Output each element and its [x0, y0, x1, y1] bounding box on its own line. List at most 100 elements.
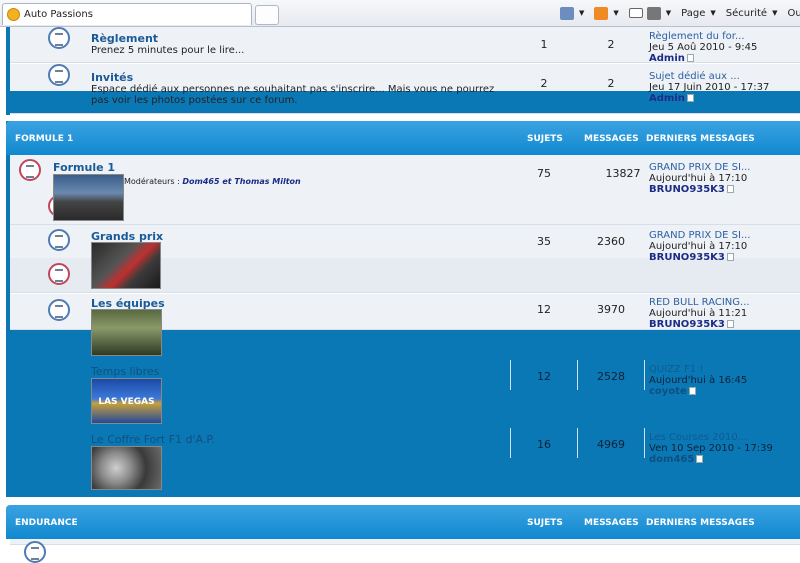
- chevron-down-icon[interactable]: ▼: [772, 9, 777, 17]
- forum-name-link[interactable]: Formule 1: [53, 161, 115, 174]
- tab-title: Auto Passions: [24, 9, 93, 20]
- site-favicon-icon: [7, 8, 20, 21]
- last-post-date: Jeu 17 Juin 2010 - 17:37: [649, 82, 770, 93]
- topics-count: 16: [537, 438, 551, 451]
- category-header-formule1: FORMULE 1 SUJETS MESSAGES DERNIERS MESSA…: [6, 121, 800, 155]
- column-header-posts: MESSAGES: [584, 518, 639, 528]
- view-latest-post-icon[interactable]: [726, 320, 734, 328]
- formula1-car-image: [53, 174, 124, 221]
- view-latest-post-icon[interactable]: [688, 387, 696, 395]
- team-image: [91, 309, 162, 356]
- forum-name-link[interactable]: Temps libres: [91, 365, 159, 378]
- last-post-date: Ven 10 Sep 2010 - 17:39: [649, 443, 773, 454]
- home-icon[interactable]: [560, 6, 574, 20]
- forum-read-icon: [48, 27, 70, 49]
- last-post-date: Aujourd'hui à 16:45: [649, 375, 748, 386]
- last-post-user-link[interactable]: dom465: [649, 454, 694, 465]
- forum-unread-icon: [19, 159, 41, 181]
- divider: [644, 428, 645, 458]
- view-latest-post-icon[interactable]: [726, 253, 734, 261]
- last-post-title-link[interactable]: QUIZZ F1 !: [649, 364, 747, 375]
- browser-tab[interactable]: Auto Passions: [2, 3, 252, 25]
- category-header-endurance: ENDURANCE SUJETS MESSAGES DERNIERS MESSA…: [6, 505, 800, 539]
- posts-count: 2: [607, 77, 615, 90]
- last-post-date: Aujourd'hui à 17:10: [649, 241, 748, 252]
- mail-icon[interactable]: [628, 8, 643, 18]
- last-post-title-link[interactable]: GRAND PRIX DE SI...: [649, 162, 750, 173]
- moderators-links[interactable]: Dom465 et Thomas Milton: [182, 177, 300, 186]
- view-latest-post-icon[interactable]: [686, 54, 694, 62]
- last-post-user-link[interactable]: Admin: [649, 93, 685, 104]
- column-header-last-posts: DERNIERS MESSAGES: [646, 518, 755, 528]
- topics-count: 35: [537, 235, 551, 248]
- browser-toolbar: Auto Passions ▼ ▼ ▼ Page ▼ Sécurité ▼ Out: [0, 0, 800, 27]
- chevron-down-icon[interactable]: ▼: [666, 9, 671, 17]
- category-title[interactable]: FORMULE 1: [15, 134, 73, 144]
- last-post-user-link[interactable]: coyote: [649, 386, 687, 397]
- last-post-title-link[interactable]: GRAND PRIX DE SI...: [649, 230, 750, 241]
- last-post: RED BULL RACING... Aujourd'hui à 11:21 B…: [649, 297, 750, 330]
- topics-count: 1: [540, 38, 548, 51]
- view-latest-post-icon[interactable]: [686, 94, 694, 102]
- print-icon[interactable]: [646, 6, 661, 20]
- topics-count: 12: [537, 370, 551, 383]
- forum-description: Prenez 5 minutes pour le lire...: [91, 45, 245, 56]
- moderators: Modérateurs : Dom465 et Thomas Milton: [124, 177, 301, 186]
- last-post-title-link[interactable]: Les Courses 2010...: [649, 432, 773, 443]
- divider: [577, 360, 578, 390]
- posts-count: 13827: [605, 167, 641, 180]
- divider: [644, 360, 645, 390]
- posts-count: 2: [607, 38, 615, 51]
- column-header-last-posts: DERNIERS MESSAGES: [646, 134, 755, 144]
- view-latest-post-icon[interactable]: [696, 455, 704, 463]
- divider: [510, 428, 511, 458]
- last-post: Règlement du for... Jeu 5 Aoû 2010 - 9:4…: [649, 31, 757, 64]
- topics-count: 2: [540, 77, 548, 90]
- last-post-date: Aujourd'hui à 11:21: [649, 308, 748, 319]
- column-header-posts: MESSAGES: [584, 134, 639, 144]
- forum-row: Grands prix 35 2360 GRAND PRIX DE SI... …: [10, 225, 800, 293]
- last-post: GRAND PRIX DE SI... Aujourd'hui à 17:10 …: [649, 162, 750, 195]
- last-post-user-link[interactable]: Admin: [649, 53, 685, 64]
- last-post: Les Courses 2010... Ven 10 Sep 2010 - 17…: [649, 432, 773, 465]
- forum-row: Règlement Prenez 5 minutes pour le lire.…: [10, 27, 800, 64]
- posts-count: 2528: [597, 370, 625, 383]
- chevron-down-icon[interactable]: ▼: [710, 9, 715, 17]
- column-header-topics: SUJETS: [527, 134, 563, 144]
- page-menu[interactable]: Page: [681, 8, 705, 19]
- forum-row: Formule 1 Modérateurs : Dom465 et Thomas…: [10, 155, 800, 225]
- security-menu[interactable]: Sécurité: [726, 8, 767, 19]
- last-post: GRAND PRIX DE SI... Aujourd'hui à 17:10 …: [649, 230, 750, 263]
- tools-menu[interactable]: Out: [787, 8, 800, 19]
- chevron-down-icon[interactable]: ▼: [613, 9, 618, 17]
- category-title[interactable]: ENDURANCE: [15, 518, 78, 528]
- posts-count: 2360: [597, 235, 625, 248]
- forum-name-link[interactable]: Le Coffre Fort F1 d'A.P.: [91, 433, 215, 446]
- posts-count: 4969: [597, 438, 625, 451]
- forum-description: Espace dédié aux personnes ne souhaitant…: [91, 84, 495, 106]
- topics-count: 12: [537, 303, 551, 316]
- last-post-user-link[interactable]: BRUNO935K3: [649, 319, 725, 330]
- last-post: QUIZZ F1 ! Aujourd'hui à 16:45 coyote: [649, 364, 747, 397]
- view-latest-post-icon[interactable]: [726, 185, 734, 193]
- forum-rows-overlay: Temps libres LAS VEGAS 12 2528 QUIZZ F1 …: [10, 309, 800, 494]
- forum-row: [10, 539, 800, 563]
- forum-read-icon: [48, 64, 70, 86]
- coffre-fort-image: [91, 446, 162, 490]
- grand-prix-image: [91, 242, 161, 289]
- last-post-user-link[interactable]: BRUNO935K3: [649, 252, 725, 263]
- forum-read-icon: [48, 229, 70, 251]
- last-post-date: Aujourd'hui à 17:10: [649, 173, 748, 184]
- last-post-user-link[interactable]: BRUNO935K3: [649, 184, 725, 195]
- posts-count: 3970: [597, 303, 625, 316]
- forum-read-icon: [24, 541, 46, 563]
- last-post-title-link[interactable]: Règlement du for...: [649, 31, 757, 42]
- new-tab-button[interactable]: [255, 5, 279, 25]
- forum-name-link[interactable]: Règlement: [91, 32, 158, 45]
- forum-name-link[interactable]: Invités: [91, 71, 133, 84]
- last-post-date: Jeu 5 Aoû 2010 - 9:45: [649, 42, 758, 53]
- last-post-title-link[interactable]: RED BULL RACING...: [649, 297, 750, 308]
- last-post-title-link[interactable]: Sujet dédié aux ...: [649, 71, 769, 82]
- chevron-down-icon[interactable]: ▼: [579, 9, 584, 17]
- rss-feed-icon[interactable]: [594, 6, 609, 20]
